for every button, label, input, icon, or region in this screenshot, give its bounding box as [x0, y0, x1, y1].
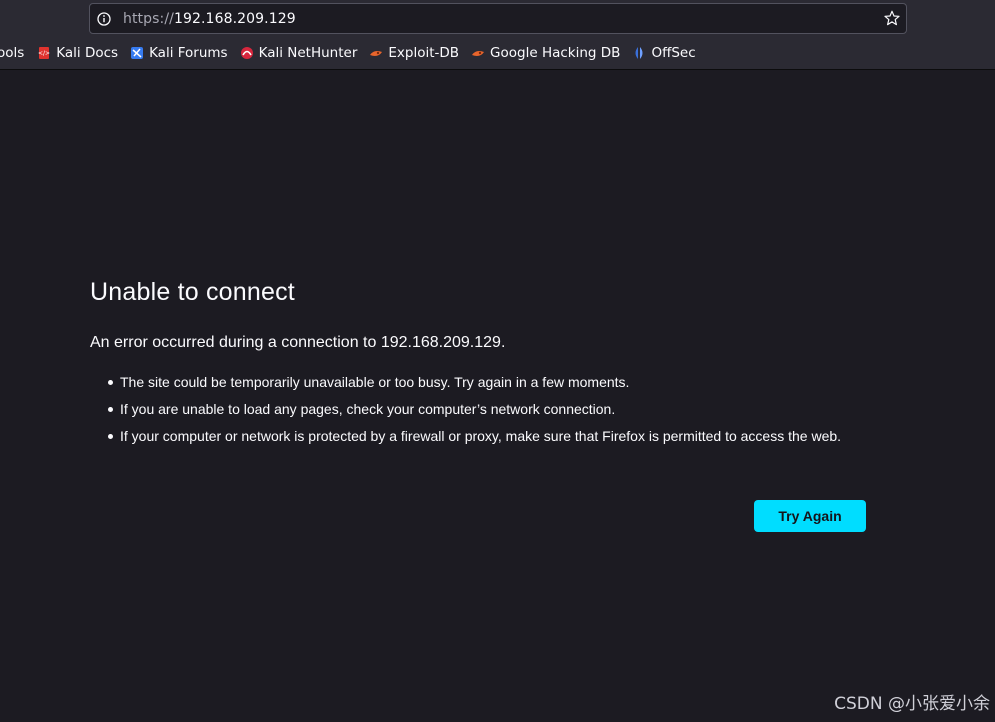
url-text[interactable]: https://192.168.209.129 [123, 11, 296, 27]
bookmark-label: Exploit-DB [388, 45, 460, 61]
bookmark-label: Google Hacking DB [490, 45, 621, 61]
bookmark-google-hacking-db[interactable]: Google Hacking DB [471, 45, 620, 61]
url-protocol: https:// [123, 10, 174, 27]
bookmark-kali-forums[interactable]: Kali Forums [130, 45, 228, 61]
watermark: CSDN @小张爱小余 [834, 694, 990, 714]
bookmark-tools[interactable]: Tools [0, 45, 24, 61]
browser-toolbar: https://192.168.209.129 Tools </> Kali D… [0, 0, 995, 70]
bookmark-kali-nethunter[interactable]: Kali NetHunter [240, 45, 358, 61]
ghdb-icon [471, 46, 485, 60]
bookmark-label: Kali Docs [56, 45, 119, 61]
exploit-db-icon [369, 46, 383, 60]
bookmark-label: Tools [0, 45, 25, 61]
bookmark-label: Kali Forums [149, 45, 228, 61]
error-message: An error occurred during a connection to… [90, 334, 506, 351]
list-item: If your computer or network is protected… [106, 427, 866, 446]
bookmark-exploit-db[interactable]: Exploit-DB [369, 45, 459, 61]
offsec-icon [632, 46, 646, 60]
info-icon[interactable] [97, 11, 111, 26]
error-suggestions-list: The site could be temporarily unavailabl… [106, 373, 866, 454]
bookmark-star-icon[interactable] [884, 10, 900, 26]
url-bar[interactable]: https://192.168.209.129 [89, 3, 907, 34]
try-again-button[interactable]: Try Again [754, 500, 866, 532]
error-title: Unable to connect [90, 278, 295, 306]
kali-docs-icon: </> [37, 46, 51, 60]
list-item: The site could be temporarily unavailabl… [106, 373, 866, 392]
bookmark-label: Kali NetHunter [258, 45, 358, 61]
url-host: 192.168.209.129 [173, 10, 296, 27]
list-item: If you are unable to load any pages, che… [106, 400, 866, 419]
bookmark-offsec[interactable]: OffSec [632, 45, 696, 61]
svg-text:</>: </> [38, 50, 50, 57]
bookmark-label: OffSec [651, 45, 696, 61]
kali-nethunter-icon [240, 46, 254, 60]
bookmarks-toolbar: Tools </> Kali Docs Kali Forums Kali Net… [0, 41, 696, 65]
kali-forums-icon [130, 46, 144, 60]
bookmark-kali-docs[interactable]: </> Kali Docs [37, 45, 118, 61]
